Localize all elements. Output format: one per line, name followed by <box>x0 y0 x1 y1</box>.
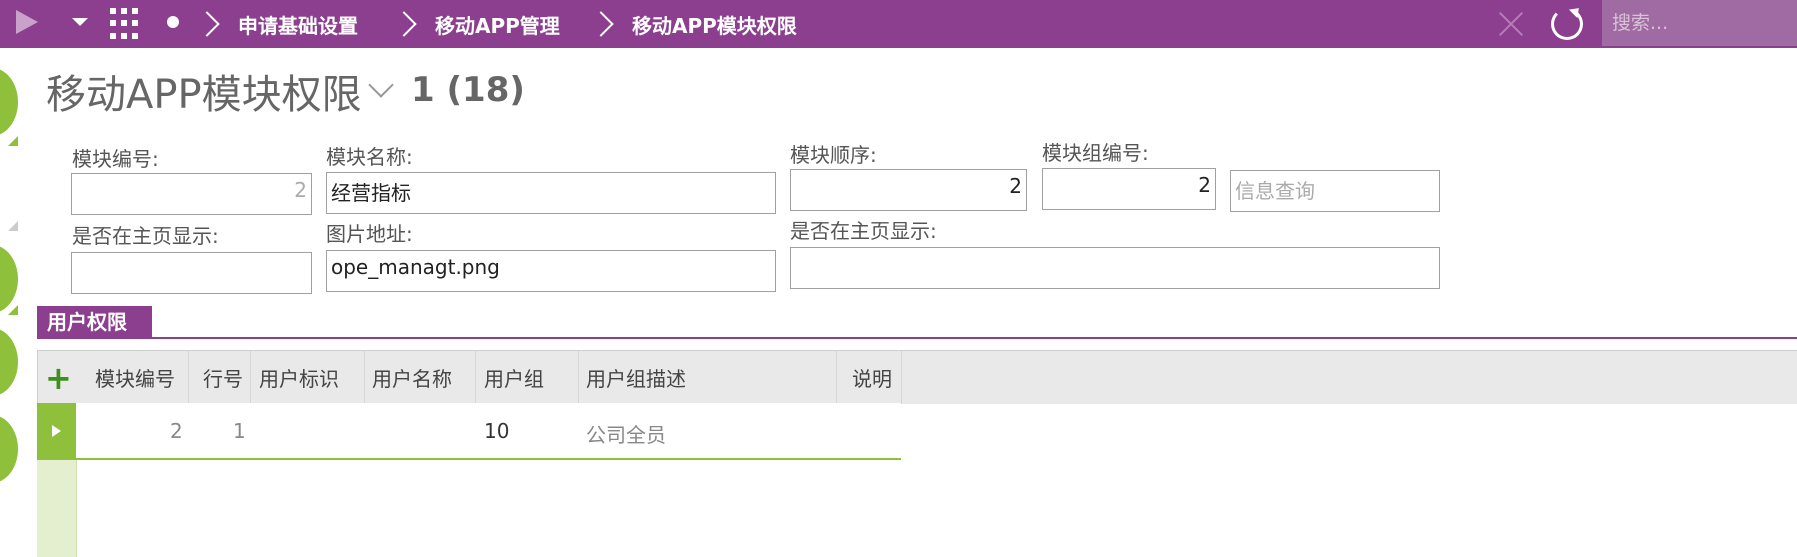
column-header-group-desc[interactable]: 用户组描述 <box>586 363 686 392</box>
image-url-label: 图片地址: <box>326 222 413 246</box>
module-group-label: 模块组编号: <box>1042 141 1149 165</box>
side-indicator-icon <box>0 245 18 313</box>
module-no-field[interactable]: 2 <box>71 173 312 215</box>
column-header-user-name[interactable]: 用户名称 <box>372 363 452 392</box>
breadcrumb-item-mobile-app-management[interactable]: 移动APP管理 <box>435 10 560 39</box>
column-divider <box>836 351 837 404</box>
close-icon[interactable] <box>1495 8 1527 40</box>
search-input[interactable] <box>1602 0 1797 46</box>
column-divider <box>364 351 365 404</box>
refresh-icon[interactable] <box>1551 8 1583 40</box>
show-home-field[interactable] <box>71 252 312 294</box>
breadcrumb-item-basic-settings[interactable]: 申请基础设置 <box>238 10 358 39</box>
column-header-line-no[interactable]: 行号 <box>203 363 243 392</box>
side-triangle-icon <box>8 136 18 146</box>
column-divider <box>578 351 579 404</box>
module-group-field[interactable]: 2 <box>1042 168 1216 210</box>
row-selector-icon[interactable] <box>37 403 76 458</box>
module-order-label: 模块顺序: <box>790 143 877 167</box>
cell-module-no: 2 <box>170 419 183 443</box>
show-home-label: 是否在主页显示: <box>72 224 219 248</box>
side-triangle-icon <box>8 221 18 231</box>
section-divider <box>37 337 1797 339</box>
column-header-note[interactable]: 说明 <box>852 363 892 392</box>
side-indicator-icon <box>0 415 18 483</box>
column-header-user-id[interactable]: 用户标识 <box>259 363 339 392</box>
show-home-label-2: 是否在主页显示: <box>790 219 937 243</box>
module-group-desc-field: 信息查询 <box>1230 170 1440 212</box>
chevron-down-icon[interactable] <box>368 72 394 98</box>
record-count: 1 (18) <box>411 70 525 110</box>
module-name-label: 模块名称: <box>326 145 413 169</box>
side-indicator-icon <box>0 328 18 396</box>
image-url-field[interactable]: ope_managt.png <box>326 250 776 292</box>
cell-user-group[interactable]: 10 <box>484 419 509 443</box>
grid-header: + 模块编号 行号 用户标识 用户名称 用户组 用户组描述 说明 <box>37 350 1797 404</box>
module-name-field[interactable]: 经营指标 <box>326 172 776 214</box>
breadcrumb-separator-icon <box>194 11 220 37</box>
table-row[interactable]: 2 1 10 公司全员 <box>37 403 901 460</box>
column-divider <box>188 351 189 404</box>
play-icon[interactable] <box>16 10 38 34</box>
side-triangle-icon <box>8 305 18 315</box>
breadcrumb-separator-icon <box>588 11 614 37</box>
breadcrumb-separator-icon <box>391 11 417 37</box>
row-selector-strip <box>37 460 77 557</box>
column-divider <box>475 351 476 404</box>
cell-line-no: 1 <box>233 419 246 443</box>
column-divider <box>901 351 902 404</box>
column-header-module-no[interactable]: 模块编号 <box>95 363 175 392</box>
page-title: 移动APP模块权限 <box>46 72 362 118</box>
column-divider <box>250 351 251 404</box>
cell-group-desc: 公司全员 <box>586 423 666 447</box>
module-order-field[interactable]: 2 <box>790 169 1027 211</box>
module-no-label: 模块编号: <box>72 147 159 171</box>
breadcrumb-item-module-permissions[interactable]: 移动APP模块权限 <box>632 10 797 39</box>
tab-user-permissions[interactable]: 用户权限 <box>37 306 152 338</box>
show-home-field-2[interactable] <box>790 247 1440 289</box>
home-dot-icon[interactable] <box>167 16 179 28</box>
add-row-icon[interactable]: + <box>45 362 72 394</box>
chevron-down-icon[interactable] <box>72 18 88 26</box>
side-indicator-icon <box>0 68 18 136</box>
apps-grid-icon[interactable] <box>110 8 142 40</box>
top-bar: 申请基础设置 移动APP管理 移动APP模块权限 <box>0 0 1797 48</box>
column-header-user-group[interactable]: 用户组 <box>484 363 544 392</box>
